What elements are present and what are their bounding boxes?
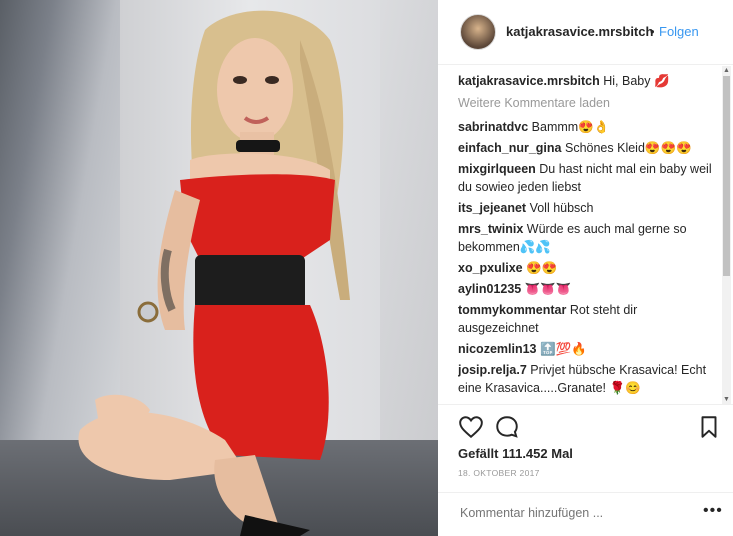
comment-text: Schönes Kleid😍😍😍	[564, 141, 692, 155]
caption-text: Hi, Baby 💋	[603, 74, 670, 88]
comment-username[interactable]: einfach_nur_gina	[458, 141, 562, 155]
avatar[interactable]	[460, 14, 496, 50]
comment-username[interactable]: mrs_twinix	[458, 222, 523, 236]
more-options-icon[interactable]: •••	[703, 502, 723, 520]
separator-dot: •	[650, 24, 655, 39]
comment-icon[interactable]	[494, 414, 520, 440]
comment-item: aylin01235 👅👅👅	[458, 280, 716, 298]
comment-text: 😍😍	[526, 261, 558, 275]
comment-item: its_jejeanet Voll hübsch	[458, 199, 716, 217]
photo-figure	[78, 10, 350, 536]
caption-username[interactable]: katjakrasavice.mrsbitch	[458, 74, 600, 88]
comments-list[interactable]: katjakrasavice.mrsbitch Hi, Baby 💋 Weite…	[458, 72, 716, 404]
comment-text: 👅👅👅	[524, 282, 572, 296]
comment-item: sabrinatdvc Bammm😍👌	[458, 118, 716, 136]
comment-text: 🔝💯🔥	[539, 342, 587, 356]
comment-text: Bammm😍👌	[531, 120, 610, 134]
add-comment-input[interactable]	[458, 505, 692, 521]
comment-username[interactable]: mixgirlqueen	[458, 162, 536, 176]
bookmark-icon[interactable]	[696, 414, 722, 440]
post-details-panel: katjakrasavice.mrsbitch • Folgen katjakr…	[438, 0, 733, 536]
post-header: katjakrasavice.mrsbitch • Folgen	[438, 0, 733, 65]
follow-button[interactable]: Folgen	[659, 24, 699, 39]
scroll-up-arrow-icon[interactable]: ▲	[722, 66, 731, 75]
comment-item: mrs_twinix Würde es auch mal gerne so be…	[458, 220, 716, 256]
comment-item: tommykommentar Rot steht dir ausgezeichn…	[458, 301, 716, 337]
comment-item: einfach_nur_gina Schönes Kleid😍😍😍	[458, 139, 716, 157]
scrollbar-thumb[interactable]	[723, 76, 730, 276]
divider	[438, 492, 733, 493]
comment-item: josip.relja.7 Privjet hübsche Krasavica!…	[458, 361, 716, 397]
comment-item: nicozemlin13 🔝💯🔥	[458, 340, 716, 358]
comment-item: mixgirlqueen Du hast nicht mal ein baby …	[458, 160, 716, 196]
comments-scrollbar[interactable]: ▲ ▼	[722, 66, 731, 404]
post-photo[interactable]	[0, 0, 438, 536]
heart-icon[interactable]	[458, 414, 484, 440]
caption: katjakrasavice.mrsbitch Hi, Baby 💋	[458, 72, 716, 90]
comment-username[interactable]: xo_pxulixe	[458, 261, 523, 275]
comment-username[interactable]: aylin01235	[458, 282, 521, 296]
header-username[interactable]: katjakrasavice.mrsbitch	[506, 24, 653, 39]
comment-username[interactable]: its_jejeanet	[458, 201, 526, 215]
scroll-down-arrow-icon[interactable]: ▼	[722, 395, 731, 404]
divider	[438, 404, 733, 405]
likes-count[interactable]: Gefällt 111.452 Mal	[458, 446, 573, 461]
comment-text: Voll hübsch	[529, 201, 594, 215]
post-date: 18. OKTOBER 2017	[458, 468, 540, 478]
load-more-comments-link[interactable]: Weitere Kommentare laden	[458, 94, 716, 112]
comment-item: xo_pxulixe 😍😍	[458, 259, 716, 277]
action-bar	[458, 414, 728, 440]
comment-username[interactable]: josip.relja.7	[458, 363, 527, 377]
comment-username[interactable]: nicozemlin13	[458, 342, 537, 356]
comment-username[interactable]: tommykommentar	[458, 303, 566, 317]
comment-username[interactable]: sabrinatdvc	[458, 120, 528, 134]
